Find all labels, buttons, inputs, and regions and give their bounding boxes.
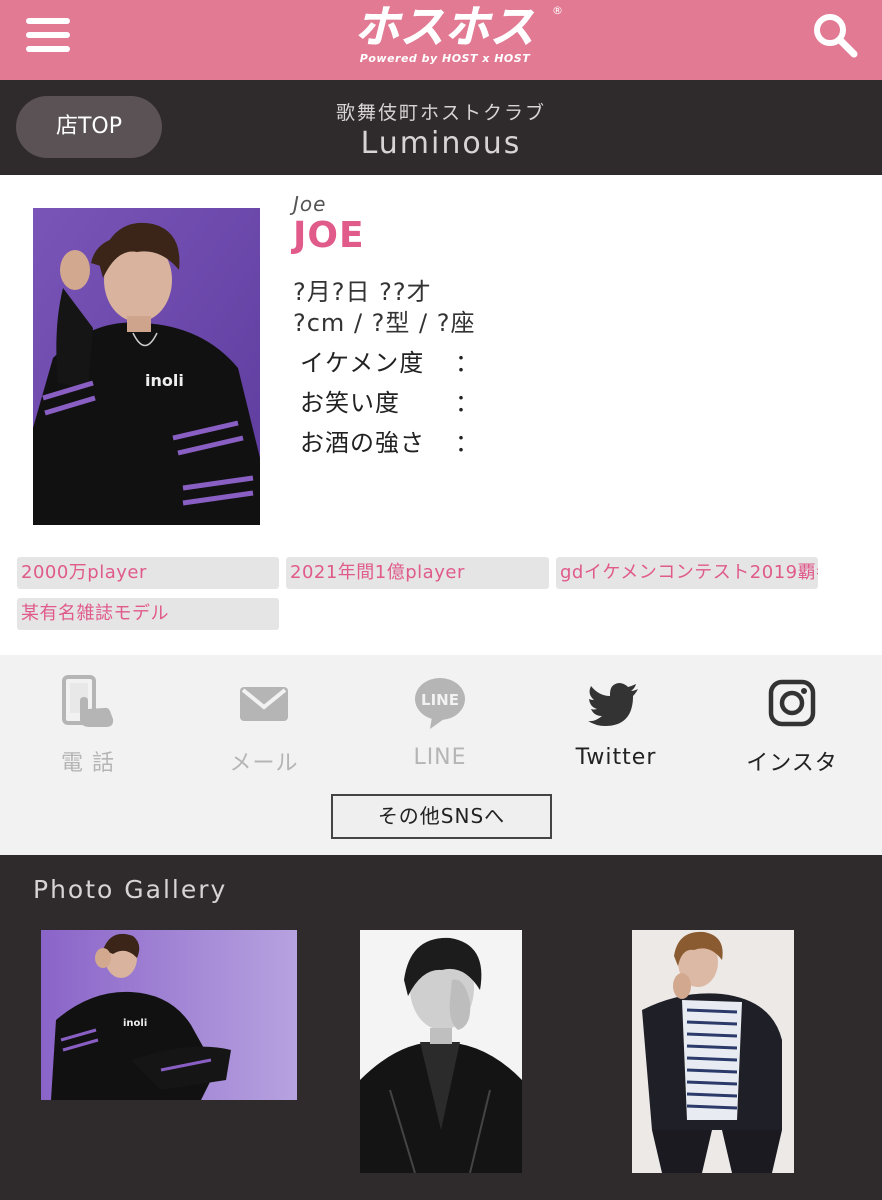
photo-gallery-section: Photo Gallery inoli: [0, 855, 882, 1200]
height-blood-sign: ?cm / ?型 / ?座: [293, 309, 476, 337]
hamburger-menu-icon[interactable]: [26, 18, 70, 54]
svg-text:LINE: LINE: [421, 691, 459, 709]
site-logo[interactable]: ホスホス Powered by HOST x HOST ®: [325, 2, 565, 74]
top-header: ホスホス Powered by HOST x HOST ®: [0, 0, 882, 80]
stat-colon: ：: [455, 429, 480, 457]
instagram-contact-button[interactable]: インスタ: [704, 675, 880, 780]
tag-badge: gdイケメンコンテスト2019覇者: [556, 557, 818, 589]
host-name: JOE: [293, 215, 365, 256]
search-icon[interactable]: [812, 12, 858, 58]
contact-label: Twitter: [575, 745, 657, 770]
phone-contact-button[interactable]: 電 話: [0, 675, 176, 780]
shop-bar: 店TOP 歌舞伎町ホストクラブ Luminous: [0, 80, 882, 175]
instagram-icon: [768, 679, 816, 727]
tag-badge: 2000万player: [17, 557, 279, 589]
profile-section: inoli Joe JOE ?月?日 ??才 ?cm / ?型 / ?座 イケメ…: [0, 175, 882, 655]
mail-contact-button[interactable]: メール: [176, 675, 352, 780]
other-sns-button[interactable]: その他SNSへ: [331, 794, 552, 839]
svg-text:inoli: inoli: [145, 371, 184, 390]
gallery-title: Photo Gallery: [33, 875, 228, 904]
stat-row-owarai: お笑い度 ：: [300, 383, 480, 418]
contact-label: メール: [229, 751, 299, 776]
profile-portrait: inoli: [33, 208, 260, 525]
stat-label: イケメン度: [300, 349, 425, 377]
stat-label: お笑い度: [300, 389, 400, 417]
logo-registered-mark: ®: [552, 4, 563, 17]
contact-label: インスタ: [746, 751, 838, 776]
mail-icon: [240, 687, 288, 721]
gallery-photo-purple-sweater[interactable]: inoli: [41, 930, 297, 1100]
contact-section: 電 話 メール LINE LINE Twitter インスタ その他SNSへ: [0, 655, 882, 855]
stat-row-ikemen: イケメン度 ：: [300, 343, 480, 378]
phone-touch-icon: [62, 675, 114, 727]
stat-row-alcohol: お酒の強さ ：: [300, 423, 480, 458]
svg-text:inoli: inoli: [123, 1018, 147, 1029]
stat-colon: ：: [455, 389, 480, 417]
gallery-photo-monochrome-jacket[interactable]: [360, 930, 522, 1173]
tag-badge: 2021年間1億player: [286, 557, 549, 589]
birthday-age: ?月?日 ??才: [293, 278, 432, 306]
host-romaji-name: Joe: [293, 192, 327, 216]
line-icon: LINE: [415, 678, 465, 729]
shop-subtitle: 歌舞伎町ホストクラブ: [335, 102, 546, 124]
logo-subtext: Powered by HOST x HOST: [359, 52, 531, 65]
contact-label: LINE: [413, 745, 467, 770]
line-contact-button[interactable]: LINE LINE: [352, 675, 528, 780]
logo-text: ホスホス: [355, 2, 535, 53]
twitter-bird-icon: [588, 683, 638, 726]
tag-badge: 某有名雑誌モデル: [17, 598, 279, 630]
twitter-contact-button[interactable]: Twitter: [528, 675, 704, 780]
gallery-photo-striped-shirt[interactable]: [632, 930, 794, 1173]
stat-label: お酒の強さ: [300, 429, 425, 457]
contact-label: 電 話: [61, 751, 115, 776]
shop-name: Luminous: [360, 126, 522, 161]
stat-colon: ：: [455, 349, 480, 377]
